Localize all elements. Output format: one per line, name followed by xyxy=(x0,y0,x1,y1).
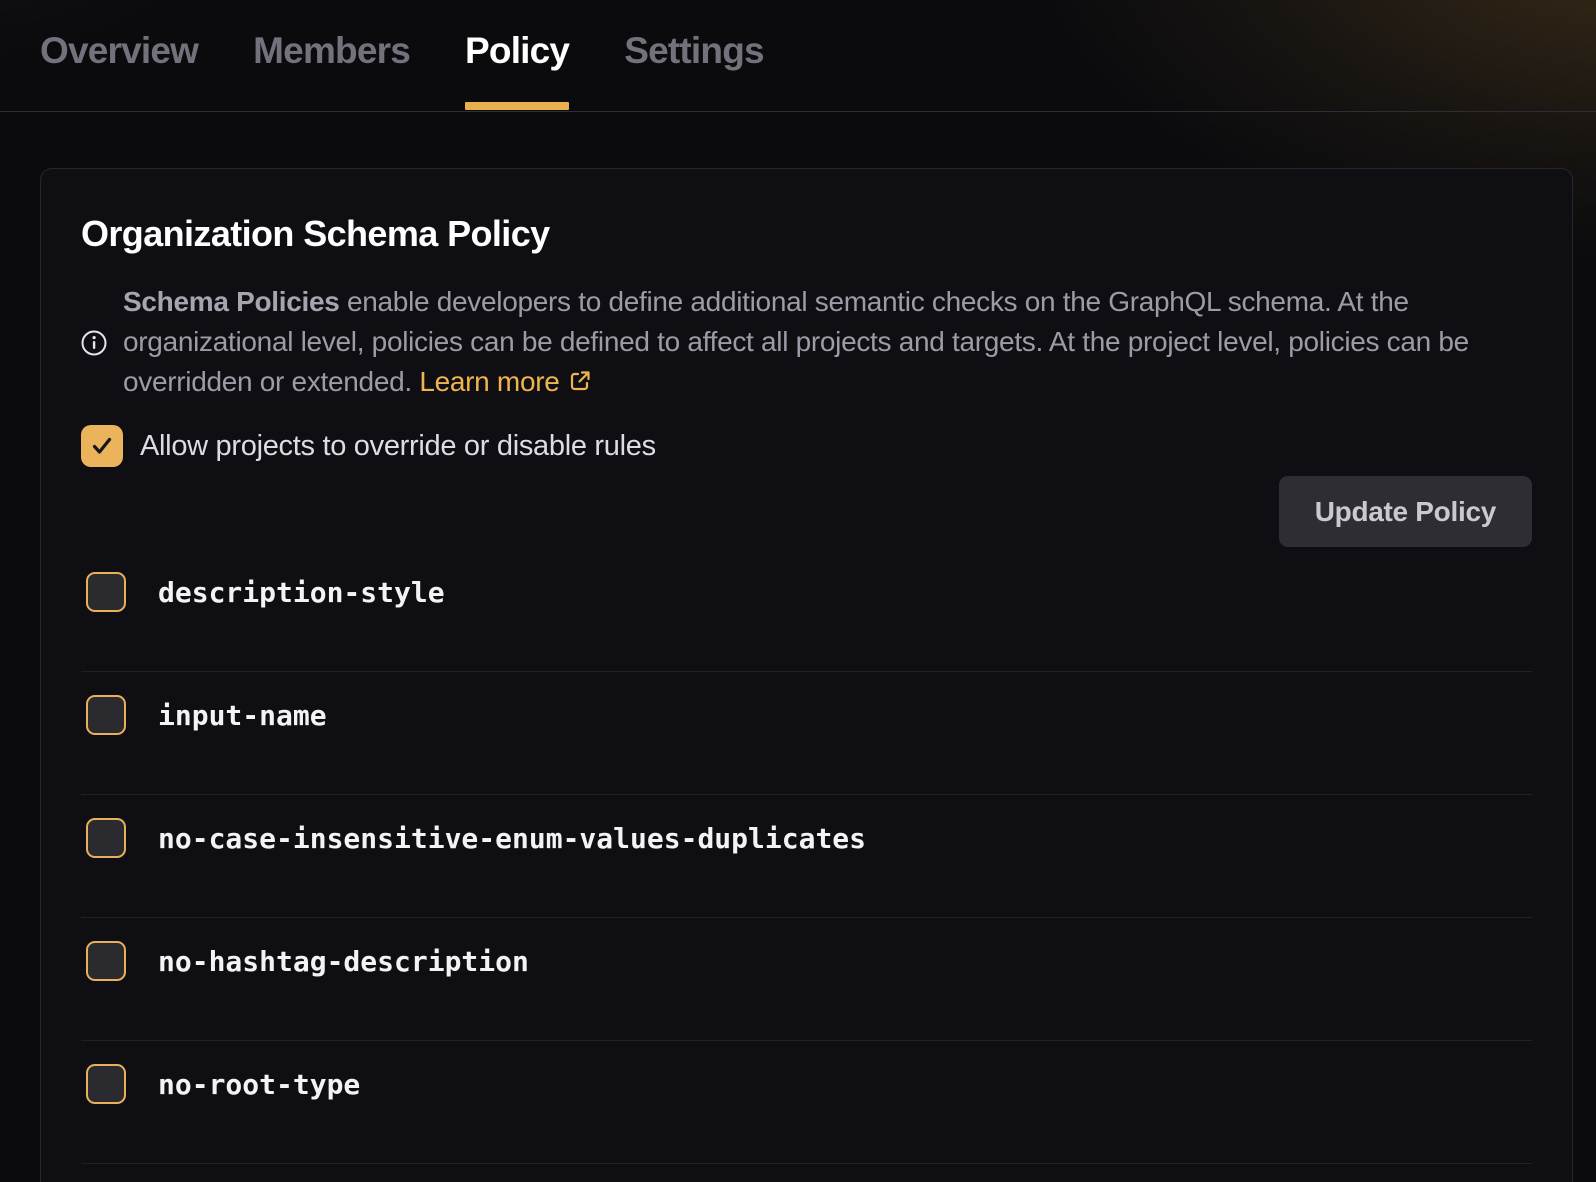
tab-label: Overview xyxy=(40,30,198,82)
tab[interactable]: Settings xyxy=(624,0,764,112)
tab-label: Members xyxy=(253,30,410,82)
rule-name[interactable]: no-hashtag-description xyxy=(158,945,529,978)
policy-description: Schema Policies enable developers to def… xyxy=(123,282,1501,404)
policy-description-lead: Schema Policies xyxy=(123,286,340,317)
info-icon xyxy=(81,330,107,356)
tab-label: Policy xyxy=(465,30,569,82)
allow-override-label[interactable]: Allow projects to override or disable ru… xyxy=(140,430,656,463)
rule-name[interactable]: no-case-insensitive-enum-values-duplicat… xyxy=(158,822,866,855)
schema-policy-card: Organization Schema Policy Schema Polici… xyxy=(40,168,1573,1182)
rule-checkbox[interactable] xyxy=(86,941,126,981)
tab-label: Settings xyxy=(624,30,764,82)
tab[interactable]: Members xyxy=(253,0,410,112)
tab[interactable]: Policy xyxy=(465,0,569,112)
update-policy-button[interactable]: Update Policy xyxy=(1279,476,1532,547)
learn-more-link[interactable]: Learn more xyxy=(419,366,559,397)
active-tab-underline xyxy=(465,102,569,110)
policy-rule-row: input-name xyxy=(81,672,1532,795)
rule-name[interactable]: description-style xyxy=(158,576,445,609)
policy-rule-row: no-hashtag-description xyxy=(81,918,1532,1041)
policy-rules-list: description-style input-name no-case-ins… xyxy=(81,549,1532,1164)
rule-name[interactable]: no-root-type xyxy=(158,1068,360,1101)
actions-row: Update Policy xyxy=(81,476,1532,547)
rule-name[interactable]: input-name xyxy=(158,699,327,732)
rule-checkbox[interactable] xyxy=(86,572,126,612)
policy-rule-row: no-root-type xyxy=(81,1041,1532,1164)
external-link-icon[interactable] xyxy=(568,364,592,404)
rule-checkbox[interactable] xyxy=(86,1064,126,1104)
policy-info-callout: Schema Policies enable developers to def… xyxy=(81,282,1532,404)
tab[interactable]: Overview xyxy=(40,0,198,112)
rule-checkbox[interactable] xyxy=(86,818,126,858)
page-title: Organization Schema Policy xyxy=(81,213,1532,255)
policy-rule-row: no-case-insensitive-enum-values-duplicat… xyxy=(81,795,1532,918)
org-tabbar: Overview Members Policy Settings xyxy=(0,0,1596,112)
allow-override-checkbox[interactable] xyxy=(81,425,123,467)
policy-rule-row: description-style xyxy=(81,549,1532,672)
allow-override-row: Allow projects to override or disable ru… xyxy=(81,425,1532,467)
rule-checkbox[interactable] xyxy=(86,695,126,735)
